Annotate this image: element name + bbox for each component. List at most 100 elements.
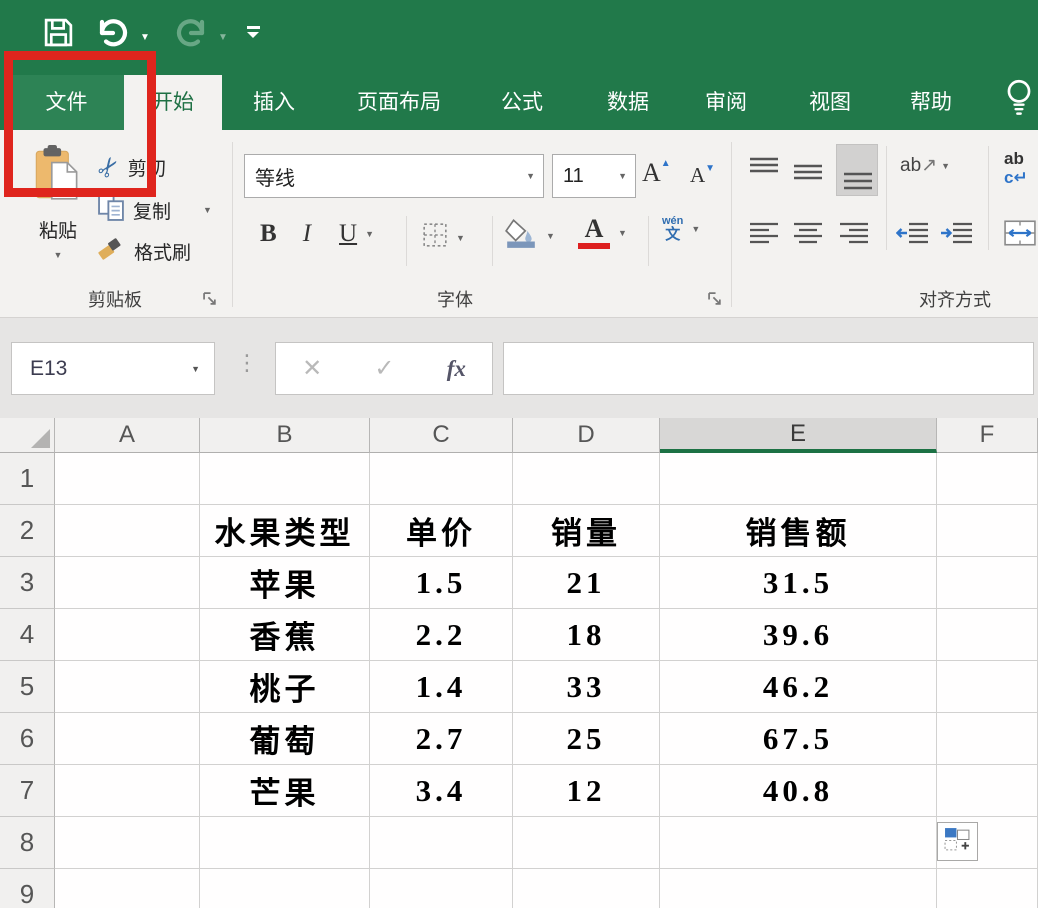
row-header-6[interactable]: 6 bbox=[0, 713, 55, 765]
clipboard-dialog-launcher-icon[interactable] bbox=[203, 292, 217, 311]
cell-D3[interactable]: 21 bbox=[513, 557, 660, 609]
auto-fill-options-button[interactable] bbox=[937, 822, 978, 861]
cell-F5[interactable] bbox=[937, 661, 1038, 713]
orientation-dropdown[interactable]: ▼ bbox=[941, 161, 950, 171]
cell-D8[interactable] bbox=[513, 817, 660, 869]
cell-E8[interactable] bbox=[660, 817, 937, 869]
underline-button[interactable]: U bbox=[325, 220, 365, 248]
italic-button[interactable]: I bbox=[289, 220, 325, 248]
cell-F6[interactable] bbox=[937, 713, 1038, 765]
cell-B8[interactable] bbox=[200, 817, 370, 869]
cell-F7[interactable] bbox=[937, 765, 1038, 817]
fill-color-dropdown[interactable]: ▼ bbox=[546, 231, 555, 241]
ribbon-tab-8[interactable]: 帮助 bbox=[889, 75, 973, 130]
wrap-text-button[interactable]: ab c↵ bbox=[1004, 149, 1028, 187]
tab-home-active[interactable]: 开始 bbox=[124, 75, 222, 130]
align-right-button[interactable] bbox=[838, 222, 870, 249]
cell-A4[interactable] bbox=[55, 609, 200, 661]
cell-C3[interactable]: 1.5 bbox=[370, 557, 513, 609]
cancel-icon[interactable]: ✕ bbox=[302, 354, 322, 383]
row-header-1[interactable]: 1 bbox=[0, 453, 55, 505]
increase-indent-button[interactable] bbox=[940, 222, 974, 249]
paste-dropdown[interactable]: ▼ bbox=[18, 250, 98, 260]
formula-bar-resize-handle[interactable]: ⋮ bbox=[236, 350, 258, 376]
font-name-combo[interactable]: 等线 ▼ bbox=[244, 154, 544, 198]
row-header-7[interactable]: 7 bbox=[0, 765, 55, 817]
borders-button[interactable]: ▼ bbox=[422, 222, 465, 253]
cell-A3[interactable] bbox=[55, 557, 200, 609]
cell-A5[interactable] bbox=[55, 661, 200, 713]
row-header-8[interactable]: 8 bbox=[0, 817, 55, 869]
font-name-dropdown[interactable]: ▼ bbox=[526, 171, 543, 181]
borders-dropdown[interactable]: ▼ bbox=[456, 233, 465, 243]
tab-file[interactable]: 文件 bbox=[9, 75, 124, 130]
column-header-C[interactable]: C bbox=[370, 418, 513, 453]
name-box-dropdown[interactable]: ▼ bbox=[191, 364, 214, 374]
ribbon-tab-5[interactable]: 数据 bbox=[586, 75, 670, 130]
column-header-B[interactable]: B bbox=[200, 418, 370, 453]
orientation-button[interactable]: ab↗ ▼ bbox=[900, 154, 950, 177]
column-header-E[interactable]: E bbox=[660, 418, 937, 453]
cell-D2[interactable]: 销量 bbox=[513, 505, 660, 557]
name-box[interactable]: E13 ▼ bbox=[11, 342, 215, 395]
cell-E2[interactable]: 销售额 bbox=[660, 505, 937, 557]
ribbon-tab-6[interactable]: 审阅 bbox=[684, 75, 768, 130]
align-left-button[interactable] bbox=[748, 222, 780, 249]
cell-F2[interactable] bbox=[937, 505, 1038, 557]
cell-D7[interactable]: 12 bbox=[513, 765, 660, 817]
cell-F3[interactable] bbox=[937, 557, 1038, 609]
cut-button[interactable]: ✂ 剪切 bbox=[90, 150, 166, 185]
font-size-combo[interactable]: 11 ▼ bbox=[552, 154, 636, 198]
select-all-corner[interactable] bbox=[0, 418, 55, 453]
bold-button[interactable]: B bbox=[248, 220, 289, 248]
cell-B1[interactable] bbox=[200, 453, 370, 505]
cell-C7[interactable]: 3.4 bbox=[370, 765, 513, 817]
cell-E4[interactable]: 39.6 bbox=[660, 609, 937, 661]
column-header-A[interactable]: A bbox=[55, 418, 200, 453]
insert-function-icon[interactable]: fx bbox=[447, 356, 466, 382]
shrink-font-button[interactable]: A▼ bbox=[690, 163, 715, 188]
underline-dropdown[interactable]: ▼ bbox=[365, 229, 374, 239]
font-size-dropdown[interactable]: ▼ bbox=[618, 171, 635, 181]
cell-E6[interactable]: 67.5 bbox=[660, 713, 937, 765]
cell-F4[interactable] bbox=[937, 609, 1038, 661]
cell-C8[interactable] bbox=[370, 817, 513, 869]
font-color-dropdown[interactable]: ▼ bbox=[618, 228, 627, 238]
ribbon-tab-3[interactable]: 页面布局 bbox=[336, 75, 462, 130]
bottom-align-button[interactable] bbox=[842, 170, 874, 199]
redo-button[interactable] bbox=[172, 18, 210, 53]
copy-button[interactable]: 复制 ▼ bbox=[98, 194, 212, 226]
cell-A2[interactable] bbox=[55, 505, 200, 557]
cell-A8[interactable] bbox=[55, 817, 200, 869]
ribbon-tab-4[interactable]: 公式 bbox=[480, 75, 564, 130]
cell-C2[interactable]: 单价 bbox=[370, 505, 513, 557]
cell-B3[interactable]: 苹果 bbox=[200, 557, 370, 609]
row-header-2[interactable]: 2 bbox=[0, 505, 55, 557]
cell-F9[interactable] bbox=[937, 869, 1038, 908]
cell-C1[interactable] bbox=[370, 453, 513, 505]
font-dialog-launcher-icon[interactable] bbox=[708, 292, 722, 311]
font-color-button[interactable]: A ▼ bbox=[578, 216, 627, 249]
cell-E1[interactable] bbox=[660, 453, 937, 505]
cell-C9[interactable] bbox=[370, 869, 513, 908]
ribbon-tab-7[interactable]: 视图 bbox=[788, 75, 872, 130]
cell-E5[interactable]: 46.2 bbox=[660, 661, 937, 713]
column-header-F[interactable]: F bbox=[937, 418, 1038, 453]
cell-D1[interactable] bbox=[513, 453, 660, 505]
cell-C6[interactable]: 2.7 bbox=[370, 713, 513, 765]
cell-B2[interactable]: 水果类型 bbox=[200, 505, 370, 557]
cell-D4[interactable]: 18 bbox=[513, 609, 660, 661]
cell-F1[interactable] bbox=[937, 453, 1038, 505]
customize-quick-access-icon[interactable] bbox=[247, 26, 261, 38]
cell-E7[interactable]: 40.8 bbox=[660, 765, 937, 817]
row-header-4[interactable]: 4 bbox=[0, 609, 55, 661]
cell-A9[interactable] bbox=[55, 869, 200, 908]
cell-B5[interactable]: 桃子 bbox=[200, 661, 370, 713]
format-painter-button[interactable]: 格式刷 bbox=[98, 236, 191, 267]
align-center-button[interactable] bbox=[792, 222, 824, 249]
cell-B6[interactable]: 葡萄 bbox=[200, 713, 370, 765]
undo-button[interactable] bbox=[94, 18, 132, 53]
enter-icon[interactable]: ✓ bbox=[374, 354, 394, 383]
row-header-3[interactable]: 3 bbox=[0, 557, 55, 609]
formula-input[interactable] bbox=[503, 342, 1034, 395]
